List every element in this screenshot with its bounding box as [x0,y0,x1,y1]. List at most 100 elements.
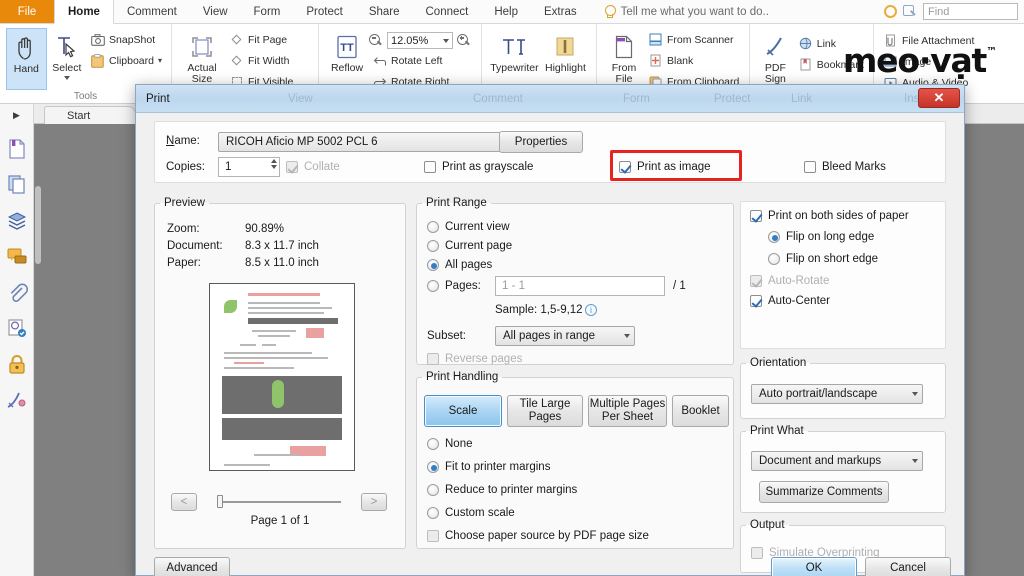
preview-paper-label: Paper: [167,257,201,269]
tab-protect[interactable]: Protect [293,0,355,23]
blank-page-label: Blank [667,54,694,67]
heart-icon[interactable] [884,5,897,18]
hand-tool-button[interactable]: Hand [6,28,47,90]
print-what-group: Print What Document and markups Summariz… [740,425,946,513]
chevron-down-icon[interactable] [63,76,70,80]
bleed-marks-checkbox[interactable]: Bleed Marks [804,161,886,173]
fit-page-icon [229,32,244,47]
orientation-combo[interactable]: Auto portrait/landscape [751,384,923,404]
link-icon [798,36,813,51]
radio-scale-none[interactable]: None [427,438,473,450]
copies-label: Copies: [166,161,205,173]
zoom-out-icon[interactable] [369,33,383,48]
tab-view[interactable]: View [190,0,241,23]
print-handling-tab-scale[interactable]: Scale [424,395,502,427]
preview-next-page-button[interactable]: > [361,493,387,511]
radio-pages[interactable]: Pages: [427,280,481,292]
layers-icon[interactable] [6,210,28,232]
copies-input[interactable]: 1 [218,157,280,177]
comment-icon[interactable] [6,246,28,268]
subset-combo[interactable]: All pages in range [495,326,635,346]
copies-stepper[interactable] [271,159,277,169]
fit-page-button[interactable]: Fit Page [226,30,296,49]
reflow-label: Reflow [330,62,364,74]
chevron-down-icon[interactable] [912,459,918,463]
both-sides-check-icon [750,210,762,222]
auto-rotate-checkbox[interactable]: Auto-Rotate [750,275,829,287]
chevron-down-icon[interactable] [912,392,918,396]
print-dialog-titlebar[interactable]: View Comment Form Protect Link Insert Pr… [136,85,964,113]
paperclip-icon[interactable] [6,282,28,304]
search-icon[interactable] [903,4,917,19]
radio-all-pages[interactable]: All pages [427,259,492,271]
tab-file[interactable]: File [0,0,54,23]
print-handling-tab-multiple-pages[interactable]: Multiple Pages Per Sheet [588,395,667,427]
ok-button[interactable]: OK [771,557,857,576]
preview-page-slider-track[interactable] [219,501,341,503]
tab-form[interactable]: Form [241,0,294,23]
radio-current-view[interactable]: Current view [427,221,510,233]
tab-comment[interactable]: Comment [114,0,190,23]
chevron-down-icon[interactable] [624,334,630,338]
radio-current-page[interactable]: Current page [427,240,512,252]
radio-custom-scale[interactable]: Custom scale [427,507,515,519]
current-view-label: Current view [445,221,510,233]
tab-extras[interactable]: Extras [531,0,590,23]
radio-reduce-to-printer-margins[interactable]: Reduce to printer margins [427,484,577,496]
rotate-left-button[interactable]: Rotate Left [369,51,471,70]
summarize-comments-button[interactable]: Summarize Comments [759,481,889,503]
radio-flip-long-edge[interactable]: Flip on long edge [768,231,874,243]
blank-page-button[interactable]: Blank [645,51,742,70]
tab-connect[interactable]: Connect [413,0,482,23]
tab-help[interactable]: Help [481,0,531,23]
bookmark-page-icon[interactable] [6,138,28,160]
print-both-sides-checkbox[interactable]: Print on both sides of paper [750,210,909,222]
collate-checkbox[interactable]: Collate [286,161,340,173]
print-handling-tab-booklet[interactable]: Booklet [672,395,729,427]
stamp-icon[interactable] [6,318,28,340]
reverse-pages-checkbox[interactable]: Reverse pages [427,353,522,365]
radio-fit-to-printer-margins[interactable]: Fit to printer margins [427,461,550,473]
auto-center-checkbox[interactable]: Auto-Center [750,295,830,307]
from-scanner-button[interactable]: From Scanner [645,30,742,49]
printer-name-combo[interactable]: RICOH Aficio MP 5002 PCL 6 [218,132,518,152]
zoom-in-icon[interactable] [457,33,471,48]
preview-page-slider-knob[interactable] [217,495,223,508]
vertical-scrollbar[interactable] [34,124,42,576]
print-handling-tab-tile-large-pages[interactable]: Tile Large Pages [507,395,583,427]
print-as-grayscale-checkbox[interactable]: Print as grayscale [424,161,533,173]
print-as-image-checkbox[interactable]: Print as image [619,161,711,173]
advanced-label: Advanced [166,562,218,574]
chevron-right-icon[interactable]: ▶ [13,110,20,124]
pages-icon[interactable] [6,174,28,196]
snapshot-button[interactable]: SnapShot [87,30,165,49]
tell-me-search[interactable]: Tell me what you want to do.. [604,0,769,23]
preview-prev-page-button[interactable]: < [171,493,197,511]
custom-scale-label: Custom scale [445,507,515,519]
find-input[interactable]: Find [923,3,1018,20]
advanced-button[interactable]: Advanced [154,557,230,576]
radio-flip-short-edge[interactable]: Flip on short edge [768,253,878,265]
document-tab-start[interactable]: Start [44,106,136,124]
scrollbar-thumb[interactable] [35,186,41,264]
printer-properties-button[interactable]: Properties [499,131,583,153]
signature-icon[interactable] [6,390,28,412]
collate-check-icon [286,161,298,173]
clipboard-button[interactable]: Clipboard ▾ [87,51,165,70]
tab-home[interactable]: Home [54,0,114,24]
select-tool-button[interactable]: Select [47,28,87,90]
close-icon[interactable]: ✕ [918,88,960,108]
lock-icon[interactable] [6,354,28,376]
all-pages-radio-icon [427,259,439,271]
pages-range-input[interactable]: 1 - 1 [495,276,665,296]
fit-width-button[interactable]: Fit Width [226,51,296,70]
info-icon[interactable]: i [585,304,597,316]
zoom-level-input[interactable]: 12.05% [387,32,453,49]
chevron-down-icon[interactable] [443,38,449,43]
clipboard-dropdown-icon[interactable]: ▾ [158,56,162,65]
print-what-combo[interactable]: Document and markups [751,451,923,471]
cancel-button[interactable]: Cancel [865,557,951,576]
orientation-value: Auto portrait/landscape [759,388,878,400]
choose-paper-source-checkbox[interactable]: Choose paper source by PDF page size [427,530,649,542]
tab-share[interactable]: Share [356,0,413,23]
